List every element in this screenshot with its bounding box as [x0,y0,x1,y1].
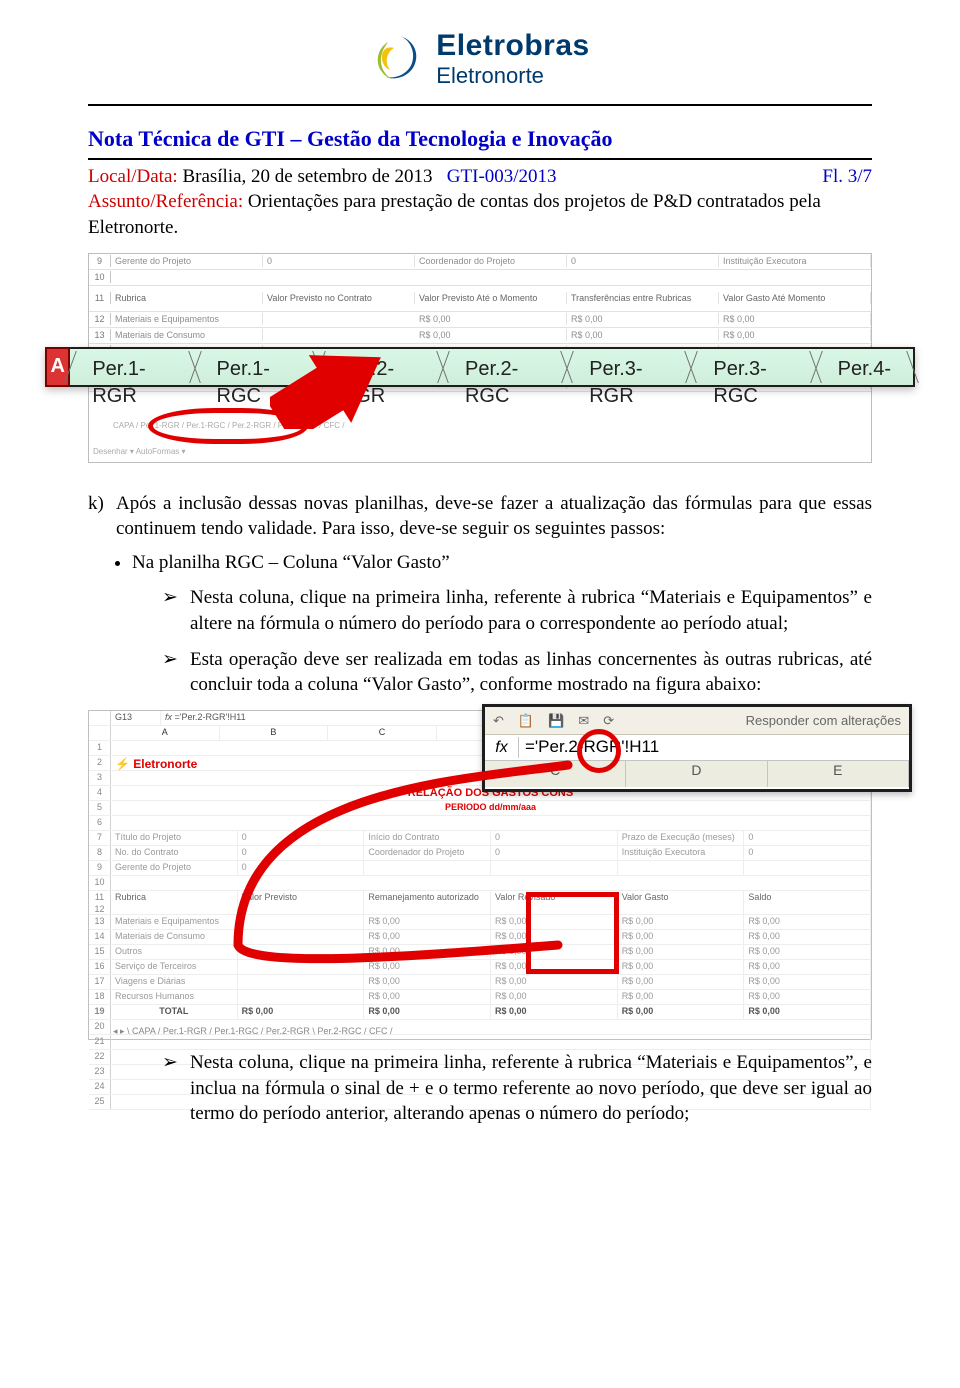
col-e: E [768,761,909,787]
logo-brand: Eletrobras [436,30,589,62]
tab-per3-rgc: Per.3-RGC [691,349,815,385]
tab-per1-rgc: Per.1-RGC [195,349,319,385]
tab-aa: A [45,347,70,387]
red-circle-1 [148,408,308,444]
meta-local-label: Local/Data: [88,166,178,187]
toolbar-mail-icon: ✉︎ [578,712,589,730]
tab-per1-rgr: Per.1-RGR [70,349,194,385]
rule-under-title [88,158,872,160]
toolbar-save-icon: 💾 [548,712,564,730]
header-logo: Eletrobras Eletronorte [88,30,872,94]
toolbar-undo-icon: ↶ [493,712,504,730]
red-circle-2 [577,729,621,773]
screenshot-1: 9Gerente do Projeto0Coordenador do Proje… [88,253,872,463]
col-d: D [626,761,767,787]
tab-per4: Per.4- [816,349,913,385]
screenshot-2: G13fx ='Per.2-RGR'!H11 ABCDEFG 1 2⚡ Elet… [88,710,872,1040]
toolbar-paste-icon: 📋 [518,712,534,730]
red-box-valor-gasto [526,892,619,974]
sheet-tabs-zoom: A Per.1-RGR Per.1-RGC Per.2-RGR Per.2-RG… [45,347,915,387]
meta-assunto-label: Assunto/Referência: [88,191,243,212]
list-k-marker: k) [88,491,116,542]
doc-title: Nota Técnica de GTI – Gestão da Tecnolog… [88,124,872,154]
meta-block: Local/Data: Brasília, 20 de setembro de … [88,164,872,241]
logo-sub: Eletronorte [436,64,544,87]
toolbar-refresh-icon: ⟳ [603,712,614,730]
arrow-step-2: Esta operação deve ser realizada em toda… [162,647,872,698]
toolbar-reply-label: Responder com alterações [746,712,901,730]
meta-code: GTI-003/2013 [447,166,557,187]
arrow-step-1: Nesta coluna, clique na primeira linha, … [162,585,872,636]
arrow-step-3: Nesta coluna, clique na primeira linha, … [162,1050,872,1127]
tab-per2-rgc: Per.2-RGC [443,349,567,385]
rule-top [88,104,872,106]
formula-callout: ↶ 📋 💾 ✉︎ ⟳ Responder com alterações fx =… [482,704,912,792]
bottom-tabs-2: ◂ ▸ \ CAPA / Per.1-RGR / Per.1-RGC / Per… [113,1025,392,1037]
drawing-toolbar: Desenhar ▾ AutoFormas ▾ [93,447,186,458]
bullet-rgc: Na planilha RGC – Coluna “Valor Gasto” [132,550,872,576]
tab-per2-rgr: Per.2-RGR [319,349,443,385]
eletrobras-icon [370,30,426,86]
tab-per3-rgr: Per.3-RGR [567,349,691,385]
meta-folio: Fl. 3/7 [822,164,872,190]
list-k-text: Após a inclusão dessas novas planilhas, … [116,491,872,542]
fx-label: fx [485,737,519,759]
meta-local: Brasília, 20 de setembro de 2013 [182,166,432,187]
